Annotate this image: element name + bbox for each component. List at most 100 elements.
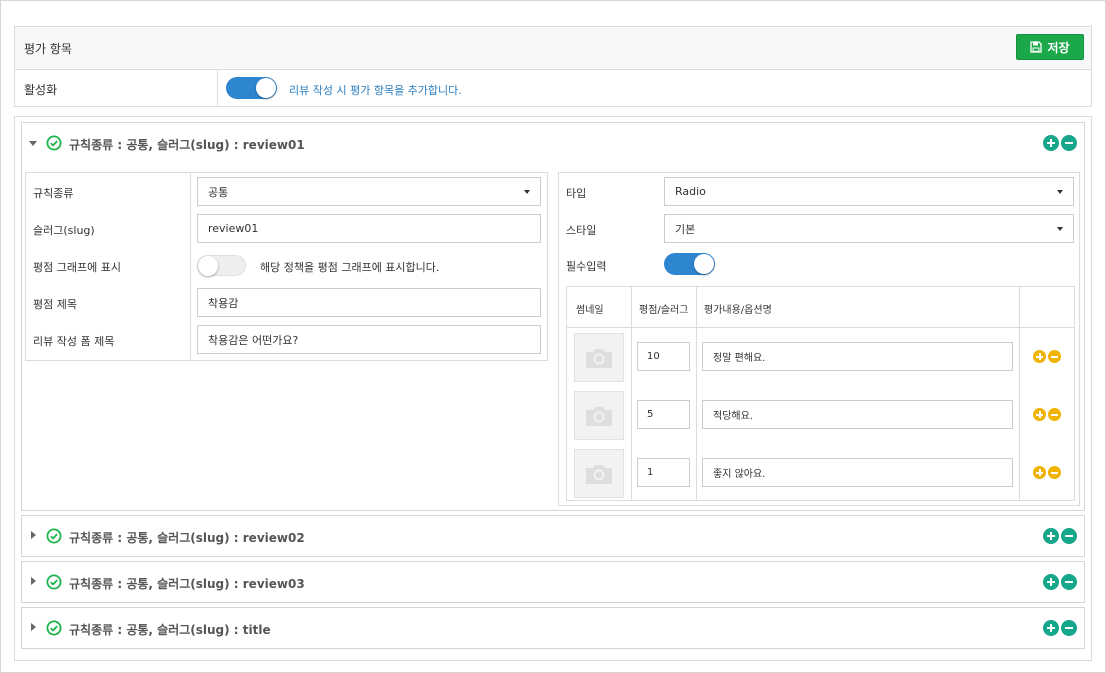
column-header-thumbnail: 썸네일 <box>576 305 604 316</box>
option-text-input[interactable]: 정말 편해요. <box>702 342 1013 371</box>
rule-options-form: 타입 Radio 스타일 기본 필수입력 썸네일 평점/슬러그 평가내용/옵션명… <box>558 172 1080 506</box>
remove-rule-button[interactable] <box>1061 574 1077 590</box>
check-circle-icon <box>46 574 62 590</box>
check-circle-icon <box>46 528 62 544</box>
add-option-button[interactable] <box>1033 408 1046 421</box>
type-label: 타입 <box>566 187 587 200</box>
options-table: 썸네일 평점/슬러그 평가내용/옵션명 10 정말 편해요. 5 적당해요. 1… <box>566 286 1075 501</box>
check-circle-icon <box>46 620 62 636</box>
rules-container: 규칙종류 : 공통, 슬러그(slug) : review01 규칙종류 공통 … <box>14 116 1092 661</box>
rule-title: 규칙종류 : 공통, 슬러그(slug) : review01 <box>69 138 305 152</box>
form-row-required: 필수입력 <box>559 246 1079 283</box>
form-row-score-title: 평점 제목 착용감 <box>26 284 547 321</box>
add-rule-button[interactable] <box>1043 620 1059 636</box>
divider <box>217 70 218 107</box>
form-row-type: 타입 Radio <box>559 173 1079 210</box>
add-option-button[interactable] <box>1033 350 1046 363</box>
activation-description: 리뷰 작성 시 평가 항목을 추가합니다. <box>289 84 462 97</box>
score-input[interactable]: 10 <box>637 342 690 371</box>
camera-icon <box>586 464 612 484</box>
type-value: Radio <box>675 185 706 198</box>
header-bar: 평가 항목 저장 <box>15 27 1091 70</box>
score-value: 5 <box>647 409 654 420</box>
toggle-knob <box>694 254 714 274</box>
table-row: 5 적당해요. <box>567 386 1074 444</box>
required-toggle[interactable] <box>664 253 715 275</box>
rule-title: 규칙종류 : 공통, 슬러그(slug) : review03 <box>69 577 305 591</box>
type-select[interactable]: Radio <box>664 177 1074 206</box>
page-title: 평가 항목 <box>24 42 72 56</box>
rule-card-review01: 규칙종류 : 공통, 슬러그(slug) : review01 규칙종류 공통 … <box>21 122 1085 511</box>
style-value: 기본 <box>675 222 696 236</box>
graph-toggle[interactable] <box>197 255 246 276</box>
camera-icon <box>586 348 612 368</box>
score-title-label: 평점 제목 <box>33 298 77 311</box>
option-text-input[interactable]: 좋지 않아요. <box>702 458 1013 487</box>
activation-label: 활성화 <box>24 83 58 97</box>
activation-toggle[interactable] <box>226 77 277 99</box>
rule-card-review03: 규칙종류 : 공통, 슬러그(slug) : review03 <box>21 561 1085 603</box>
form-row-rule-type: 규칙종류 공통 <box>26 173 547 210</box>
score-title-value: 착용감 <box>208 296 239 310</box>
score-value: 1 <box>647 467 654 478</box>
thumbnail-upload[interactable] <box>574 391 624 440</box>
score-value: 10 <box>647 351 660 362</box>
rule-header[interactable]: 규칙종류 : 공통, 슬러그(slug) : review01 <box>22 123 1084 163</box>
caret-down-icon[interactable] <box>29 141 37 146</box>
add-rule-button[interactable] <box>1043 528 1059 544</box>
style-label: 스타일 <box>566 224 597 237</box>
rule-header[interactable]: 규칙종류 : 공통, 슬러그(slug) : review02 <box>22 516 1084 556</box>
required-label: 필수입력 <box>566 260 607 273</box>
table-row: 1 좋지 않아요. <box>567 444 1074 502</box>
caret-right-icon[interactable] <box>31 623 36 631</box>
rule-header[interactable]: 규칙종류 : 공통, 슬러그(slug) : title <box>22 608 1084 648</box>
rule-type-value: 공통 <box>208 185 229 199</box>
slug-value: review01 <box>208 222 259 235</box>
settings-header-card: 평가 항목 저장 활성화 리뷰 작성 시 평가 항목을 추가합니다. <box>14 26 1092 107</box>
remove-option-button[interactable] <box>1048 408 1061 421</box>
check-circle-icon <box>46 135 62 151</box>
floppy-disk-icon <box>1030 41 1043 53</box>
table-row: 10 정말 편해요. <box>567 328 1074 386</box>
score-input[interactable]: 1 <box>637 458 690 487</box>
remove-option-button[interactable] <box>1048 466 1061 479</box>
rule-type-select[interactable]: 공통 <box>197 177 541 206</box>
toggle-knob <box>198 256 218 276</box>
remove-rule-button[interactable] <box>1061 620 1077 636</box>
add-rule-button[interactable] <box>1043 135 1059 151</box>
remove-rule-button[interactable] <box>1061 135 1077 151</box>
form-row-slug: 슬러그(slug) review01 <box>26 210 547 247</box>
option-text-value: 좋지 않아요. <box>713 469 766 480</box>
toggle-knob <box>256 78 276 98</box>
remove-option-button[interactable] <box>1048 350 1061 363</box>
graph-description: 해당 정책을 평점 그래프에 표시합니다. <box>260 261 440 274</box>
column-header-score: 평점/슬러그 <box>639 305 689 316</box>
camera-icon <box>586 406 612 426</box>
rule-title: 규칙종류 : 공통, 슬러그(slug) : review02 <box>69 531 305 545</box>
style-select[interactable]: 기본 <box>664 214 1074 243</box>
remove-rule-button[interactable] <box>1061 528 1077 544</box>
score-title-input[interactable]: 착용감 <box>197 288 541 317</box>
form-row-style: 스타일 기본 <box>559 210 1079 247</box>
column-header-content: 평가내용/옵션명 <box>704 305 772 316</box>
rule-card-review02: 규칙종류 : 공통, 슬러그(slug) : review02 <box>21 515 1085 557</box>
thumbnail-upload[interactable] <box>574 449 624 498</box>
caret-right-icon[interactable] <box>31 531 36 539</box>
thumbnail-upload[interactable] <box>574 333 624 382</box>
add-rule-button[interactable] <box>1043 574 1059 590</box>
graph-label: 평점 그래프에 표시 <box>33 261 121 274</box>
rule-header[interactable]: 규칙종류 : 공통, 슬러그(slug) : review03 <box>22 562 1084 602</box>
form-title-value: 착용감은 어떤가요? <box>208 333 299 347</box>
form-row-graph: 평점 그래프에 표시 해당 정책을 평점 그래프에 표시합니다. <box>26 247 547 284</box>
score-input[interactable]: 5 <box>637 400 690 429</box>
table-header: 썸네일 평점/슬러그 평가내용/옵션명 <box>567 287 1074 328</box>
rule-title: 규칙종류 : 공통, 슬러그(slug) : title <box>69 623 271 637</box>
save-button[interactable]: 저장 <box>1016 34 1084 60</box>
caret-right-icon[interactable] <box>31 577 36 585</box>
option-text-input[interactable]: 적당해요. <box>702 400 1013 429</box>
form-title-label: 리뷰 작성 폼 제목 <box>33 335 115 348</box>
save-button-label: 저장 <box>1047 40 1070 55</box>
add-option-button[interactable] <box>1033 466 1046 479</box>
form-title-input[interactable]: 착용감은 어떤가요? <box>197 325 541 354</box>
slug-input[interactable]: review01 <box>197 214 541 243</box>
